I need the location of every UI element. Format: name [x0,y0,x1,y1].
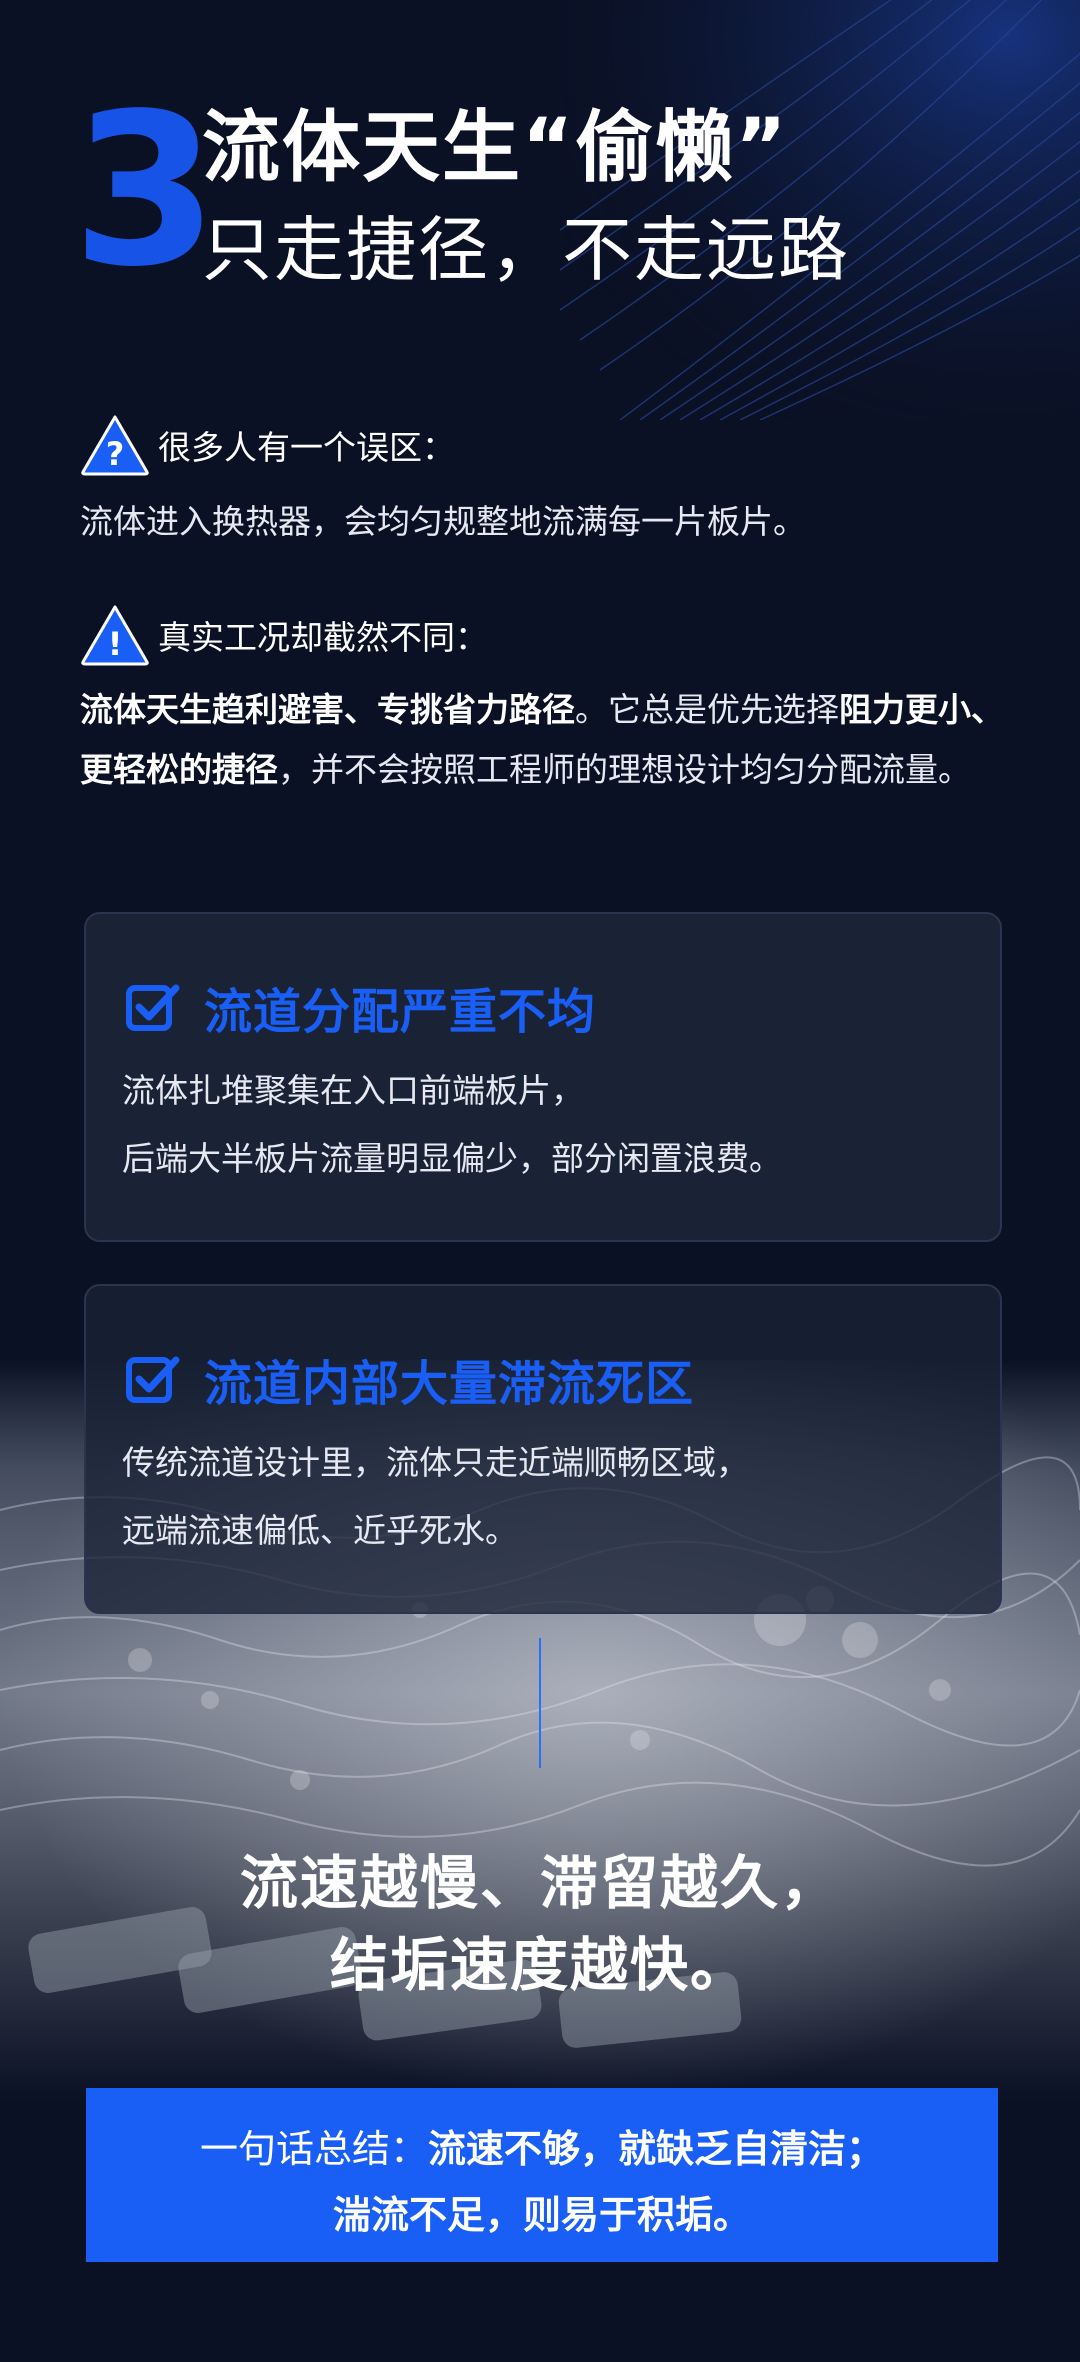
card-title: 流道内部大量滞流死区 [204,1356,695,1412]
svg-text:!: ! [108,625,123,663]
card-title: 流道分配严重不均 [204,984,597,1040]
reality-text-2: ，并不会按照工程师的理想设计均匀分配流量。 [278,750,971,789]
section-number: 3 [72,68,218,313]
card-text-line: 后端大半板片流量明显偏少，部分闲置浪费。 [122,1139,782,1178]
summary-banner: 一句话总结：流速不够，就缺乏自清洁； 湍流不足，则易于积垢。 [86,2088,998,2262]
exclamation-warning-icon: ! [81,605,149,666]
checkbox-icon [126,984,180,1031]
card-text-line: 传统流道设计里，流体只走近端顺畅区域， [122,1443,749,1482]
summary-bold-1: 流速不够，就缺乏自清洁； [428,2127,885,2171]
reality-text-1: 。它总是优先选择 [575,690,839,729]
page-title: 流体天生“偷懒” [202,103,789,193]
checkbox-icon [126,1356,180,1403]
card-text-line: 流体扎堆聚集在入口前端板片， [122,1071,584,1110]
card-title-row: 流道内部大量滞流死区 [126,1344,694,1414]
misconception-text: 流体进入换热器，会均匀规整地流满每一片板片。 [80,502,806,541]
card-text-line: 远端流速偏低、近乎死水。 [122,1511,518,1550]
card-dead-zones: 流道内部大量滞流死区 传统流道设计里，流体只走近端顺畅区域， 远端流速偏低、近乎… [84,1284,1002,1614]
card-uneven-distribution: 流道分配严重不均 流体扎堆聚集在入口前端板片， 后端大半板片流量明显偏少，部分闲… [84,912,1002,1242]
summary-line-2: 湍流不足，则易于积垢。 [86,2184,998,2239]
summary-line-1: 一句话总结：流速不够，就缺乏自清洁； [86,2118,998,2173]
reality-label: 真实工况却截然不同： [158,618,488,657]
misconception-header: ? 很多人有一个误区： [80,414,455,476]
vertical-divider [539,1638,541,1768]
card-title-row: 流道分配严重不均 [126,972,596,1042]
question-warning-icon: ? [81,415,149,476]
svg-text:?: ? [106,435,125,473]
conclusion-line-2: 结垢速度越快。 [329,1931,750,1999]
summary-prefix: 一句话总结： [199,2127,428,2171]
reality-text: 流体天生趋利避害、专挑省力路径。它总是优先选择阻力更小、更轻松的捷径，并不会按照… [80,680,1010,800]
page: 3 流体天生“偷懒” 只走捷径，不走远路 ? 很多人有一个误区： 流体进入换热器… [0,0,1080,2362]
page-subtitle: 只走捷径，不走远路 [202,209,850,291]
misconception-label: 很多人有一个误区： [158,428,455,467]
summary-bold-2: 湍流不足，则易于积垢。 [332,2193,751,2237]
reality-bold-1: 流体天生趋利避害、专挑省力路径 [80,690,575,729]
reality-header: ! 真实工况却截然不同： [80,604,488,666]
conclusion-line-1: 流速越慢、滞留越久， [239,1849,840,1917]
